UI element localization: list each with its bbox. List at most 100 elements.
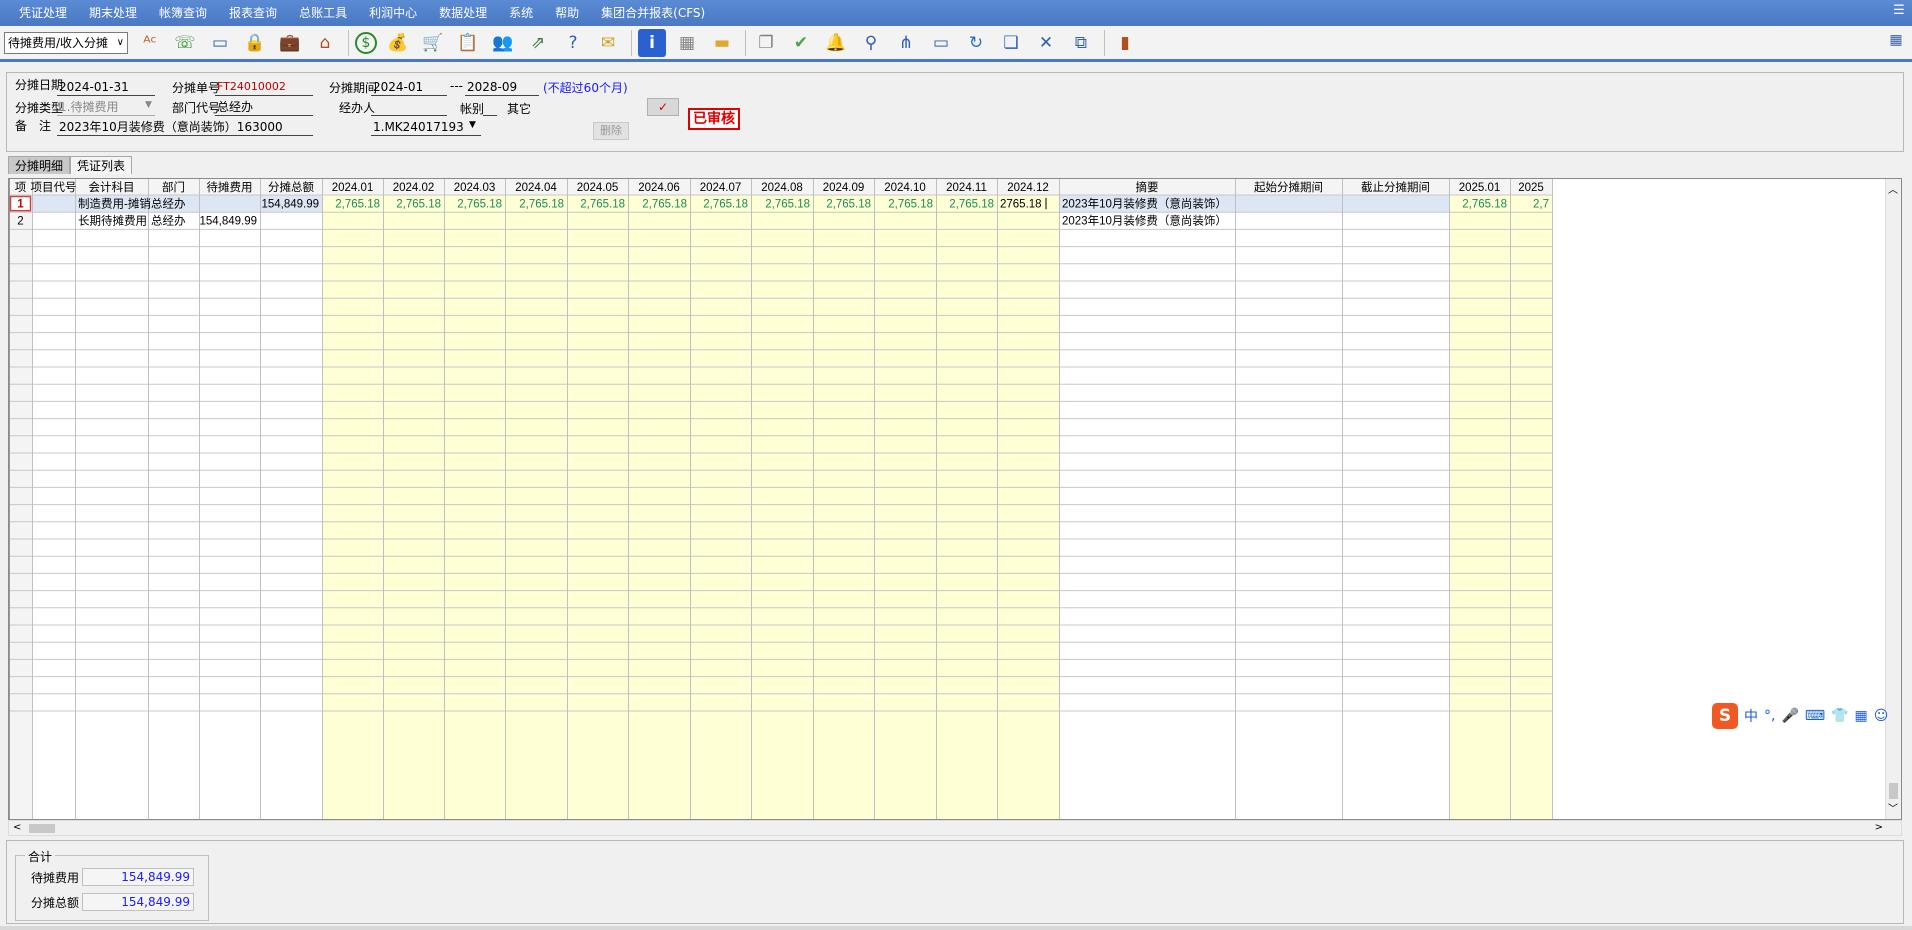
grid-cell[interactable]: 2,765.18 — [335, 199, 380, 211]
menu-item-2[interactable]: 帐簿查询 — [148, 0, 218, 26]
menu-item-3[interactable]: 报表查询 — [218, 0, 288, 26]
toolbox-icon[interactable]: ▦ — [1855, 708, 1868, 724]
menu-item-8[interactable]: 帮助 — [544, 0, 590, 26]
grid-cell[interactable]: 2,765.18 — [949, 199, 994, 211]
grid-cell[interactable]: 2,765.18 — [826, 199, 871, 211]
grid-cell[interactable]: 2,765.18 — [519, 199, 564, 211]
remark-field[interactable]: 2023年10月装修费（意尚装饰）163000 — [57, 119, 313, 136]
spell-check-icon[interactable]: ᴬᶜ — [136, 29, 164, 57]
column-header[interactable]: 2024.09 — [823, 182, 865, 194]
link-icon[interactable]: ⇗ — [524, 29, 552, 57]
window-icon[interactable]: ❏ — [997, 29, 1025, 57]
column-header[interactable]: 2024.03 — [454, 182, 496, 194]
close-box-icon[interactable]: ✕ — [1032, 29, 1060, 57]
grid-cell[interactable]: 2,765.18 — [396, 199, 441, 211]
menu-item-1[interactable]: 期末处理 — [78, 0, 148, 26]
help-doc-icon[interactable]: ? — [559, 29, 587, 57]
monitor-icon[interactable]: ▭ — [206, 29, 234, 57]
column-header[interactable]: 会计科目 — [89, 180, 135, 194]
copy-icon[interactable]: ❐ — [752, 29, 780, 57]
check-circle-icon[interactable]: ✔ — [787, 29, 815, 57]
column-header[interactable]: 2024.04 — [515, 182, 557, 194]
dept-field[interactable]: 总经办 — [215, 99, 313, 116]
period-to-field[interactable]: 2028-09 — [465, 79, 539, 96]
column-header[interactable]: 2024.11 — [946, 182, 987, 194]
chevron-down-icon[interactable]: ﹀ — [1888, 800, 1898, 815]
type-select[interactable]: 1.待摊费用 — [57, 99, 155, 116]
column-header[interactable]: 分摊总额 — [268, 180, 314, 194]
menu-item-9[interactable]: 集团合并报表(CFS) — [590, 0, 716, 26]
horizontal-scrollbar[interactable]: < > — [8, 820, 1902, 836]
grid-cell[interactable]: 154,849.99 — [261, 199, 319, 211]
grid-cell[interactable]: 2,765.18 — [457, 199, 502, 211]
exit-door-icon[interactable]: ▮ — [1111, 29, 1139, 57]
grid-cell[interactable]: 2,765.18 — [703, 199, 748, 211]
grid-cell[interactable]: 2765.18 — [1000, 199, 1042, 211]
menu-item-4[interactable]: 总账工具 — [288, 0, 358, 26]
sogou-logo-icon[interactable]: S — [1712, 703, 1738, 729]
calculator-icon[interactable]: ▦ — [673, 29, 701, 57]
period-from-field[interactable]: 2024-01 — [371, 79, 447, 96]
info-icon[interactable]: i — [638, 28, 666, 57]
dollar-icon[interactable]: $ — [355, 31, 377, 54]
module-select[interactable]: 待摊费用/收入分摊 ∨ — [4, 31, 128, 54]
book-field[interactable] — [483, 99, 497, 116]
column-header[interactable]: 待摊费用 — [207, 180, 253, 194]
chevron-right-icon[interactable]: > — [1875, 822, 1883, 833]
grid-cell[interactable]: 2,765.18 — [1462, 199, 1507, 211]
grid-cell[interactable]: 2,7 — [1533, 199, 1549, 211]
ime-chinese-mode-icon[interactable]: 中 — [1744, 706, 1758, 726]
users-icon[interactable]: 👥 — [489, 29, 517, 57]
bell-icon[interactable]: 🔔 — [822, 29, 850, 57]
column-header[interactable]: 2024.01 — [332, 182, 374, 194]
refresh-icon[interactable]: ↻ — [962, 29, 990, 57]
grid-cell[interactable]: 2,765.18 — [888, 199, 933, 211]
column-header[interactable]: 2024.06 — [638, 182, 680, 194]
voucher-select[interactable]: 1.MK24017193 — [371, 119, 481, 136]
column-header[interactable]: 2025 — [1518, 182, 1544, 194]
grid-cell[interactable]: 总经办 — [151, 197, 186, 211]
menu-item-6[interactable]: 数据处理 — [428, 0, 498, 26]
grid-cell[interactable]: 2,765.18 — [642, 199, 687, 211]
cart-icon[interactable]: 🛒 — [419, 29, 447, 57]
vertical-scroll-thumb[interactable] — [1889, 783, 1898, 799]
search-icon[interactable]: ⚲ — [857, 29, 885, 57]
grid-settings-icon[interactable]: ▦ — [1886, 32, 1906, 52]
column-header[interactable]: 2024.02 — [393, 182, 435, 194]
column-header[interactable]: 部门 — [162, 180, 185, 194]
grid-cell[interactable]: 154,849.99 — [199, 216, 257, 228]
grid-cell[interactable]: 2,765.18 — [580, 199, 625, 211]
screen-icon[interactable]: ▭ — [927, 29, 955, 57]
date-field[interactable]: 2024-01-31 — [57, 79, 155, 96]
tab-allocation-detail[interactable]: 分摊明细 — [8, 156, 71, 174]
money-bag-icon[interactable]: 💰 — [384, 29, 412, 57]
grid-cell[interactable]: 2023年10月装修费（意尚装饰） — [1062, 197, 1227, 211]
grid-cell[interactable]: 总经办 — [151, 214, 186, 228]
phone-icon[interactable]: ☏ — [171, 29, 199, 57]
folder-icon[interactable]: ▬ — [708, 29, 736, 57]
emoji-icon[interactable]: ☺ — [1874, 708, 1889, 724]
column-header[interactable]: 起始分摊期间 — [1254, 180, 1323, 194]
tab-voucher-list[interactable]: 凭证列表 — [70, 156, 133, 174]
skin-icon[interactable]: 👕 — [1831, 708, 1848, 724]
allocation-grid[interactable]: 项项目代号 会计科目 部门 待摊费用 分摊总额 2024.01 2024.02 2024.03… — [8, 178, 1902, 820]
list-icon[interactable]: ☰ — [1890, 3, 1908, 23]
column-header[interactable]: 2024.05 — [577, 182, 619, 194]
org-chart-icon[interactable]: ⋔ — [892, 29, 920, 57]
microphone-icon[interactable]: 🎤 — [1781, 708, 1798, 724]
clipboard-icon[interactable]: 📋 — [454, 29, 482, 57]
other-check-button[interactable]: ✓ — [647, 98, 679, 116]
no-field[interactable]: FT24010002 — [215, 79, 313, 96]
column-header[interactable]: 截止分摊期间 — [1361, 180, 1430, 194]
lock-icon[interactable]: 🔒 — [241, 29, 269, 57]
column-header[interactable]: 2024.08 — [761, 182, 803, 194]
chevron-left-icon[interactable]: < — [13, 822, 21, 833]
grid-cell[interactable]: 2 — [17, 216, 23, 228]
mail-icon[interactable]: ✉ — [594, 29, 622, 57]
restore-icon[interactable]: ⧉ — [1067, 29, 1095, 57]
ime-punctuation-icon[interactable]: °, — [1764, 708, 1775, 724]
delete-button[interactable]: 删除 — [593, 122, 629, 140]
column-header[interactable]: 项目代号 — [31, 181, 77, 194]
grid-cell[interactable]: 2,765.18 — [765, 199, 810, 211]
column-header[interactable]: 2024.07 — [700, 182, 742, 194]
